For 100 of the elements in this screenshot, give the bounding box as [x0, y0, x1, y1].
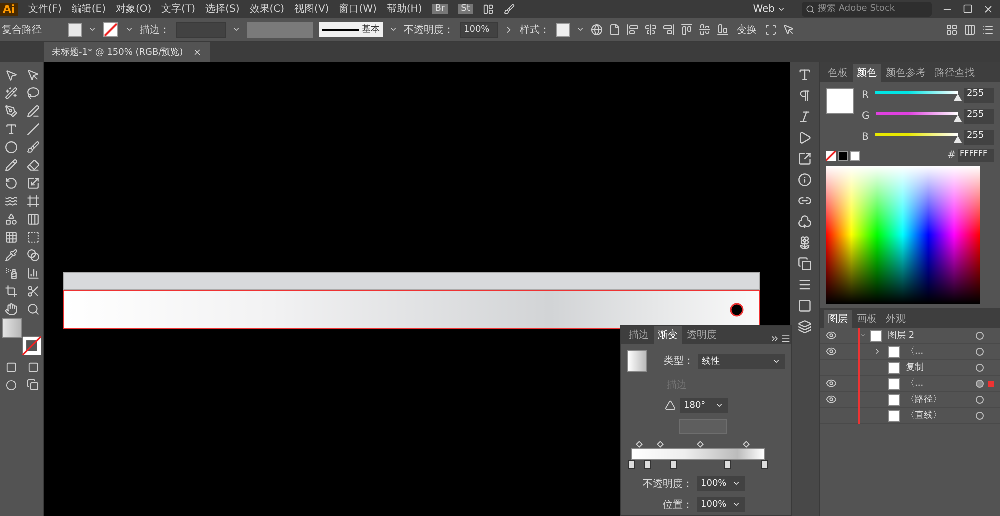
slider-thumb[interactable] [954, 115, 962, 122]
free-transform-icon[interactable] [26, 194, 40, 208]
layer-name[interactable]: 图层 2 [888, 329, 976, 342]
workspace-dropdown[interactable]: Web [747, 2, 792, 16]
panel-tab[interactable]: 画板 [853, 310, 881, 328]
direct-selection-arrow-icon[interactable] [26, 68, 40, 82]
caret-icon[interactable] [125, 25, 134, 34]
pen-icon[interactable] [4, 104, 18, 118]
menu-item[interactable]: 对象(O) [116, 2, 152, 16]
globe-icon[interactable] [591, 24, 603, 36]
caret-icon[interactable] [576, 25, 585, 34]
panel-tab[interactable]: 图层 [824, 310, 852, 328]
rotate-icon[interactable] [4, 176, 18, 190]
menu-item[interactable]: 效果(C) [250, 2, 285, 16]
stroke-none-swatch[interactable] [22, 336, 42, 356]
layer-name[interactable]: 〈... [906, 377, 976, 390]
gradient-square-icon[interactable] [798, 299, 812, 313]
menu-item[interactable]: 视图(V) [294, 2, 330, 16]
menu-item[interactable]: 编辑(E) [72, 2, 106, 16]
slice-icon[interactable] [26, 284, 40, 298]
target-circle[interactable] [976, 332, 984, 340]
isolate-icon[interactable] [765, 24, 777, 36]
target-circle[interactable] [976, 412, 984, 420]
channel-value-field[interactable]: 255 [964, 109, 994, 124]
paragraph-icon[interactable] [798, 89, 812, 103]
color-stop[interactable] [724, 460, 732, 469]
eye-icon[interactable] [826, 346, 836, 357]
panel-tab[interactable]: 渐变 [654, 326, 682, 344]
brush-icon[interactable] [504, 4, 516, 14]
warp-icon[interactable] [4, 194, 18, 208]
arrange-documents-icon[interactable] [483, 4, 494, 14]
layer-row[interactable]: 〈... [820, 376, 1000, 392]
color-spectrum[interactable] [826, 166, 980, 304]
target-circle[interactable] [976, 348, 984, 356]
text-tool-icon[interactable] [4, 122, 18, 136]
layer-name[interactable]: 〈直线〉 [906, 409, 976, 422]
caret-icon[interactable] [389, 25, 398, 34]
hand-icon[interactable] [4, 302, 18, 316]
shape-builder-icon[interactable] [4, 212, 18, 226]
opentype-icon[interactable] [798, 110, 812, 124]
angle-field[interactable]: 180° [680, 398, 728, 413]
scale-icon[interactable] [26, 176, 40, 190]
ellipse-icon[interactable] [4, 140, 18, 154]
export-icon[interactable] [798, 152, 812, 166]
layer-name[interactable]: 〈路径〉 [906, 393, 976, 406]
magic-wand-icon[interactable] [4, 86, 18, 100]
layer-row[interactable]: 图层 2 [820, 328, 1000, 344]
lines-icon[interactable] [798, 278, 812, 292]
angle-icon[interactable] [665, 400, 676, 411]
color-stop[interactable] [644, 460, 652, 469]
color-swatch[interactable] [826, 88, 854, 114]
menu-item[interactable]: 选择(S) [206, 2, 240, 16]
align-right-icon[interactable] [663, 24, 675, 36]
layer-row[interactable]: 〈直线〉 [820, 408, 1000, 424]
document-icon[interactable] [609, 24, 621, 36]
align-center-icon[interactable] [645, 24, 657, 36]
stroke-profile-dropdown[interactable]: 基本 [319, 22, 383, 37]
menu-icon[interactable] [781, 334, 791, 344]
zoom-icon[interactable] [26, 302, 40, 316]
color-stop[interactable] [760, 460, 768, 469]
screen-mode-icon[interactable] [27, 379, 39, 391]
channel-value-field[interactable]: 255 [964, 130, 994, 145]
gradient-handle[interactable] [729, 302, 745, 318]
layer-row[interactable]: 〈路径〉 [820, 392, 1000, 408]
stroke-weight-field[interactable] [176, 22, 226, 38]
layer-row[interactable]: 复制 [820, 360, 1000, 376]
maximize-icon[interactable] [963, 4, 973, 14]
curvature-pen-icon[interactable] [26, 104, 40, 118]
close-icon[interactable] [983, 4, 994, 14]
hex-field[interactable]: FFFFFF [958, 149, 994, 162]
collapse-icon[interactable] [770, 334, 780, 344]
fill-swatch[interactable] [68, 22, 82, 36]
panel-tab[interactable]: 描边 [625, 326, 653, 344]
eraser-icon[interactable] [26, 158, 40, 172]
channel-value-field[interactable]: 255 [964, 88, 994, 103]
eyedropper-icon[interactable] [4, 248, 18, 262]
expand-chevron-icon[interactable] [873, 347, 882, 356]
type-dropdown[interactable]: 线性 [698, 354, 785, 368]
slider-thumb[interactable] [954, 94, 962, 101]
panel-tab[interactable]: 透明度 [683, 326, 721, 344]
character-icon[interactable] [798, 68, 812, 82]
document-tab[interactable]: 未标题-1* @ 150% (RGB/预览) [44, 42, 210, 62]
none-swatch[interactable] [826, 150, 836, 160]
menu-item[interactable]: 文件(F) [28, 2, 62, 16]
caret-icon[interactable] [232, 25, 241, 34]
pointer-icon[interactable] [783, 24, 795, 36]
opacity-field[interactable]: 100% [697, 476, 745, 491]
pencil-icon[interactable] [4, 158, 18, 172]
opacity-field[interactable]: 100% [460, 22, 498, 38]
layer-name[interactable]: 〈... [906, 345, 976, 358]
color-stop[interactable] [628, 460, 635, 469]
layer-name[interactable]: 复制 [906, 361, 976, 374]
stroke-none-swatch[interactable] [103, 22, 119, 38]
location-field[interactable]: 100% [697, 497, 745, 512]
fill-swatch[interactable] [2, 318, 22, 338]
grid-icon[interactable] [946, 24, 958, 36]
gradient-slider[interactable] [631, 440, 765, 470]
color-stop[interactable] [670, 460, 677, 469]
caret-icon[interactable] [88, 25, 97, 34]
mesh-icon[interactable] [4, 230, 18, 244]
